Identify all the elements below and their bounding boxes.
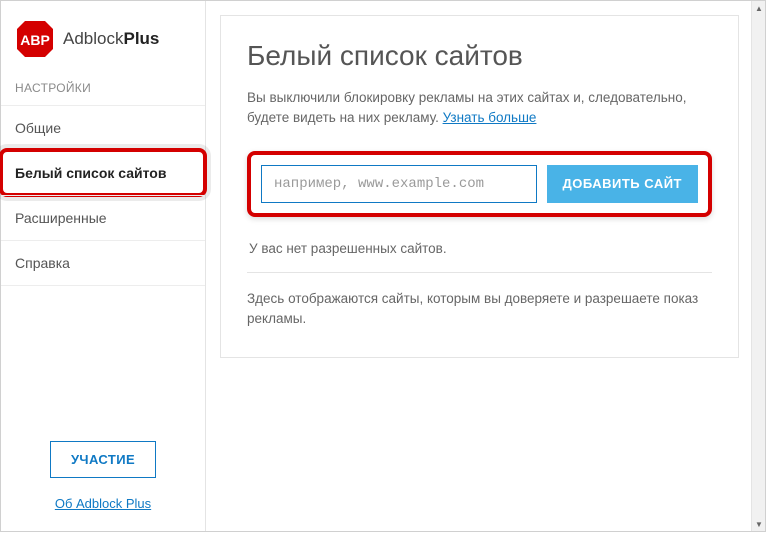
- sidebar-item-label: Расширенные: [15, 210, 107, 226]
- site-url-input[interactable]: [261, 165, 537, 203]
- content-panel: Белый список сайтов Вы выключили блокиро…: [220, 15, 739, 358]
- empty-state-message: У вас нет разрешенных сайтов.: [247, 235, 712, 273]
- sidebar-item-label: Общие: [15, 120, 61, 136]
- sidebar-section-label: НАСТРОЙКИ: [1, 77, 205, 105]
- scroll-down-icon[interactable]: ▼: [752, 517, 766, 531]
- add-site-row: ДОБАВИТЬ САЙТ: [261, 165, 698, 203]
- learn-more-link[interactable]: Узнать больше: [443, 110, 537, 125]
- sidebar: ABP AdblockPlus НАСТРОЙКИ Общие Белый сп…: [1, 1, 206, 531]
- participate-button[interactable]: УЧАСТИЕ: [50, 441, 156, 478]
- sidebar-item-help[interactable]: Справка: [1, 240, 205, 286]
- vertical-scrollbar[interactable]: ▲ ▼: [751, 1, 765, 531]
- hint-text: Здесь отображаются сайты, которым вы дов…: [247, 289, 712, 330]
- brand-name: AdblockPlus: [63, 29, 159, 49]
- sidebar-item-whitelist[interactable]: Белый список сайтов: [1, 150, 205, 195]
- page-title: Белый список сайтов: [247, 40, 712, 72]
- scroll-up-icon[interactable]: ▲: [752, 1, 766, 15]
- sidebar-item-advanced[interactable]: Расширенные: [1, 195, 205, 240]
- about-link[interactable]: Об Adblock Plus: [15, 496, 191, 511]
- brand-name-bold: Plus: [123, 29, 159, 48]
- app-window: ABP AdblockPlus НАСТРОЙКИ Общие Белый сп…: [0, 0, 766, 532]
- sidebar-item-label: Белый список сайтов: [15, 165, 166, 181]
- add-site-button[interactable]: ДОБАВИТЬ САЙТ: [547, 165, 698, 203]
- abp-logo-icon: ABP: [15, 19, 55, 59]
- brand: ABP AdblockPlus: [1, 13, 205, 77]
- svg-text:ABP: ABP: [20, 32, 50, 48]
- sidebar-item-general[interactable]: Общие: [1, 105, 205, 150]
- main: Белый список сайтов Вы выключили блокиро…: [206, 1, 765, 531]
- sidebar-bottom: УЧАСТИЕ Об Adblock Plus: [1, 423, 205, 531]
- brand-name-light: Adblock: [63, 29, 123, 48]
- sidebar-item-label: Справка: [15, 255, 70, 271]
- add-site-highlight: ДОБАВИТЬ САЙТ: [247, 151, 712, 217]
- sidebar-nav: Общие Белый список сайтов Расширенные Сп…: [1, 105, 205, 286]
- page-description: Вы выключили блокировку рекламы на этих …: [247, 88, 712, 129]
